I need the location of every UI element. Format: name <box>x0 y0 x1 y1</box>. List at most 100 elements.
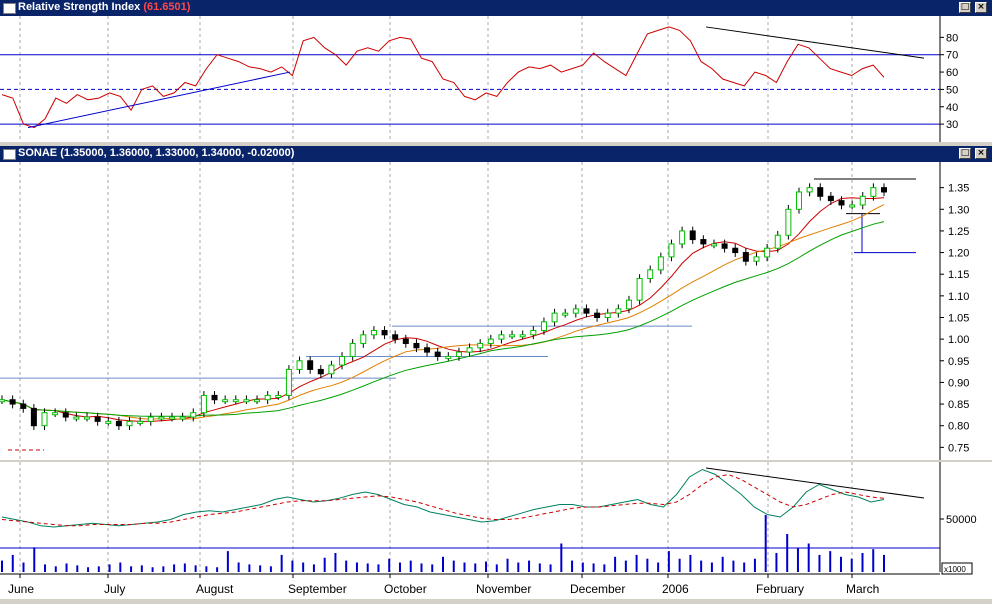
candle <box>41 412 48 427</box>
oscillator-trendline <box>705 467 925 499</box>
rsi-support-trendline <box>27 71 291 129</box>
candle <box>530 329 537 336</box>
rsi-maximize-button[interactable]: □ <box>959 2 971 13</box>
rsi-tick-label: 30 <box>946 119 958 131</box>
candle <box>551 312 558 323</box>
price-tick-label: 1.20 <box>948 248 969 260</box>
candle <box>859 195 866 206</box>
price-titlebar[interactable]: SONAE (1.35000, 1.36000, 1.33000, 1.3400… <box>0 146 992 162</box>
candle <box>169 416 176 420</box>
candle <box>84 416 91 420</box>
candle <box>62 412 69 418</box>
candle <box>498 334 505 340</box>
candle <box>679 230 686 245</box>
price-close-button[interactable]: × <box>975 148 987 159</box>
candle <box>870 187 877 197</box>
price-tick-label: 1.25 <box>948 226 969 238</box>
x-tick-label: November <box>476 582 531 596</box>
candle <box>0 399 5 403</box>
price-tick-label: 0.95 <box>948 356 969 368</box>
price-pane: 1.35 1.30 1.25 1.20 1.15 1.10 1.05 1.00 0.95 0.90… <box>0 162 992 460</box>
candle <box>636 278 643 301</box>
candle <box>52 412 59 416</box>
oscillator-fast-line <box>1 468 885 528</box>
candle <box>572 308 579 314</box>
volume-tick-label: 50000 <box>946 514 977 526</box>
price-tick-label: 0.85 <box>948 399 969 411</box>
candle <box>370 329 377 336</box>
candle <box>487 338 494 344</box>
candle <box>360 334 367 344</box>
volume-chart: 50000 x1000 June July August September October… <box>0 462 977 596</box>
candle <box>657 256 664 271</box>
candle <box>615 308 622 314</box>
candle <box>243 399 250 403</box>
candle <box>190 412 197 418</box>
candle <box>413 342 420 349</box>
candle <box>105 420 112 424</box>
ma-long-line <box>1 221 885 417</box>
rsi-titlebar[interactable]: Relative Strength Index (61.6501) □ × <box>0 0 992 16</box>
candle <box>317 368 324 375</box>
rsi-tick-label: 50 <box>946 84 958 96</box>
candle <box>881 187 887 193</box>
candle <box>625 299 632 310</box>
price-maximize-button[interactable]: □ <box>959 148 971 159</box>
x-tick-label: February <box>756 582 804 596</box>
candle <box>126 420 133 427</box>
price-tick-label: 0.80 <box>948 421 969 433</box>
candle <box>73 416 80 420</box>
candle <box>200 394 207 414</box>
candle <box>296 360 303 370</box>
candle <box>742 252 749 262</box>
candle <box>434 351 441 357</box>
candle <box>721 243 728 249</box>
candle <box>179 416 186 420</box>
candle <box>647 269 654 280</box>
candle <box>562 312 569 316</box>
candle <box>710 243 717 247</box>
candle <box>30 407 37 427</box>
x-tick-label: October <box>384 582 427 596</box>
ma-mid-line <box>1 204 885 420</box>
ma-short-line <box>1 197 885 422</box>
candle <box>211 394 218 401</box>
price-tick-label: 1.00 <box>948 334 969 346</box>
rsi-title: Relative Strength Index (61.6501) <box>18 1 191 13</box>
x-tick-label: July <box>104 582 125 596</box>
candle <box>275 394 282 398</box>
candle <box>158 416 165 420</box>
rsi-close-button[interactable]: × <box>975 2 987 13</box>
rsi-tick-label: 60 <box>946 67 958 79</box>
candle <box>445 355 452 359</box>
candle <box>254 399 261 403</box>
candle <box>455 351 462 357</box>
candle <box>509 334 516 338</box>
rsi-value: (61.6501) <box>143 1 191 13</box>
candle <box>817 187 824 197</box>
candle <box>222 399 229 403</box>
volume-unit-label: x1000 <box>944 565 966 574</box>
candle <box>307 360 314 370</box>
x-tick-label: September <box>288 582 347 596</box>
candle <box>774 234 781 249</box>
price-tick-label: 1.05 <box>948 312 969 324</box>
candle <box>795 191 802 210</box>
rsi-chart: 80 70 60 50 40 30 <box>0 16 958 142</box>
candle <box>9 399 16 405</box>
panel-icon <box>3 149 16 160</box>
candle <box>753 256 760 262</box>
price-tick-label: 1.35 <box>948 183 969 195</box>
rsi-tick-label: 40 <box>946 102 958 114</box>
candle <box>838 200 845 206</box>
candle <box>349 342 356 357</box>
price-chart: 1.35 1.30 1.25 1.20 1.15 1.10 1.05 1.00 0.95 0.90… <box>0 162 969 460</box>
x-tick-label: 2006 <box>662 582 689 596</box>
price-ohlc: (1.35000, 1.36000, 1.33000, 1.34000, -0.… <box>60 147 295 159</box>
candle <box>827 195 834 202</box>
candle <box>732 247 739 254</box>
x-tick-label: August <box>196 582 234 596</box>
rsi-tick-label: 80 <box>946 32 958 44</box>
rsi-pane: 80 70 60 50 40 30 <box>0 16 992 142</box>
rsi-tick-label: 70 <box>946 50 958 62</box>
